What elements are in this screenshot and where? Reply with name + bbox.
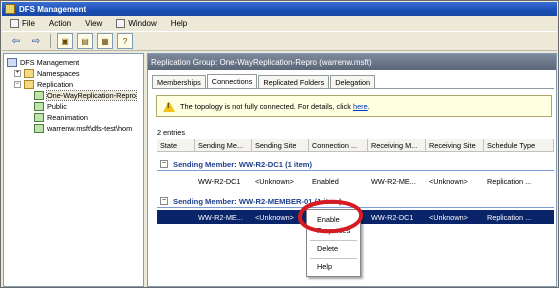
cell-sending-site: <Unknown>	[255, 176, 294, 186]
menu-bar: File Action View Window Help	[2, 17, 557, 30]
cell-schedule-type: Replication ...	[487, 212, 532, 222]
expand-plus-icon[interactable]: +	[14, 69, 21, 77]
file-menu-icon	[10, 19, 19, 28]
context-menu-enable[interactable]: Enable	[307, 214, 360, 225]
collapse-minus-icon[interactable]: −	[160, 197, 168, 205]
group-title: Sending Member: WW-R2-DC1 (1 item)	[173, 159, 313, 169]
cell-schedule-type: Replication ...	[487, 176, 532, 186]
pane-header: Replication Group: One-WayReplication-Re…	[148, 54, 556, 70]
warning-icon: !	[163, 100, 175, 112]
cell-receiving-site: <Unknown>	[429, 176, 468, 186]
menu-help-label: Help	[170, 19, 188, 28]
cell-state	[157, 210, 195, 224]
tab-connections[interactable]: Connections	[206, 74, 258, 88]
toolbar-separator	[50, 34, 51, 48]
warning-text: The topology is not fully connected. For…	[180, 101, 353, 111]
tree-node-reanimation[interactable]: Reanimation	[34, 112, 88, 122]
up-icon[interactable]: ▣	[57, 33, 73, 49]
tree-node-public[interactable]: Public	[34, 101, 67, 111]
tab-strip: Memberships Connections Replicated Folde…	[152, 74, 376, 88]
cell-state	[157, 174, 195, 188]
column-header-schedule-type[interactable]: Schedule Type	[484, 139, 554, 152]
tree-node-one-way-replication-repro[interactable]: One-WayReplication-Repro	[34, 89, 137, 101]
show-hide-tree-icon[interactable]: ▤	[77, 33, 93, 49]
title-bar[interactable]: DFS Management	[2, 2, 557, 16]
context-menu-separator	[310, 240, 357, 241]
warning-message: The topology is not fully connected. For…	[180, 102, 370, 111]
tree-node-label: One-WayReplication-Repro	[46, 89, 137, 101]
cell-receiving-site: <Unknown>	[429, 212, 468, 222]
tab-delegation[interactable]: Delegation	[330, 75, 376, 88]
group-divider	[157, 207, 554, 208]
context-menu-help[interactable]: Help	[307, 261, 360, 272]
tab-memberships[interactable]: Memberships	[152, 75, 206, 88]
tree-node-warrenw-dfs-test[interactable]: warrenw.msft\dfs-test\hom	[34, 123, 132, 133]
back-icon[interactable]: ⇦	[8, 33, 24, 49]
dfs-root-icon	[7, 57, 17, 67]
group-divider	[157, 170, 554, 171]
replication-folder-icon	[24, 79, 34, 89]
menu-file[interactable]: File	[5, 18, 40, 30]
menu-help[interactable]: Help	[166, 18, 192, 30]
cell-sending-member: WW-R2-ME...	[198, 212, 243, 222]
cell-receiving-member: WW-R2-DC1	[371, 212, 414, 222]
column-header-receiving-site[interactable]: Receiving Site	[426, 139, 484, 152]
cell-connection: Enabled	[312, 176, 339, 186]
collapse-minus-icon[interactable]: −	[14, 80, 21, 88]
menu-window[interactable]: Window	[111, 18, 161, 30]
replication-group-icon	[34, 112, 44, 122]
cell-sending-site: <Unknown>	[255, 212, 294, 222]
menu-window-label: Window	[128, 19, 157, 28]
group-header-ww-r2-dc1[interactable]: − Sending Member: WW-R2-DC1 (1 item)	[157, 157, 554, 171]
cell-sending-member: WW-R2-DC1	[198, 176, 241, 186]
tree-node-namespaces[interactable]: + Namespaces	[14, 68, 80, 78]
column-header-sending-member[interactable]: Sending Me...	[195, 139, 252, 152]
tree-node-label: warrenw.msft\dfs-test\hom	[47, 123, 133, 133]
replication-group-icon	[34, 123, 44, 133]
context-menu-delete[interactable]: Delete	[307, 243, 360, 254]
group-title: Sending Member: WW-R2-MEMBER-01 (1 item)	[173, 196, 342, 206]
cell-receiving-member: WW-R2-ME...	[371, 176, 416, 186]
tree-node-label: Reanimation	[47, 112, 88, 122]
namespaces-folder-icon	[24, 68, 34, 78]
tree-node-label: Replication	[37, 79, 74, 89]
menu-file-label: File	[22, 19, 35, 28]
window-menu-icon	[116, 19, 126, 28]
menu-view-label: View	[85, 19, 103, 28]
dfs-app-icon	[5, 4, 15, 14]
tree-node-dfs-management[interactable]: DFS Management	[7, 57, 79, 67]
dfs-management-window: DFS Management File Action View Window H…	[0, 0, 559, 288]
menu-action-label: Action	[48, 19, 72, 28]
menu-view[interactable]: View	[80, 18, 107, 30]
console-tree: DFS Management + Namespaces − Replicatio…	[3, 53, 144, 287]
column-header-sending-site[interactable]: Sending Site	[252, 139, 309, 152]
window-title: DFS Management	[19, 4, 87, 14]
tree-node-label: DFS Management	[20, 57, 80, 67]
details-link[interactable]: here	[353, 102, 368, 111]
context-menu-properties[interactable]: Properties	[307, 225, 360, 236]
group-header-ww-r2-member-01[interactable]: − Sending Member: WW-R2-MEMBER-01 (1 ite…	[157, 194, 554, 208]
context-menu-separator	[310, 258, 357, 259]
forward-icon[interactable]: ⇨	[28, 33, 44, 49]
tree-node-label: Public	[47, 101, 67, 111]
tree-node-replication[interactable]: − Replication	[14, 79, 73, 89]
topology-warning-bar: ! The topology is not fully connected. F…	[156, 95, 552, 117]
entries-count: 2 entries	[157, 128, 185, 137]
collapse-minus-icon[interactable]: −	[160, 160, 168, 168]
tree-node-label: Namespaces	[37, 68, 80, 78]
column-header-connection[interactable]: Connection ...	[309, 139, 368, 152]
replication-group-icon	[34, 90, 44, 100]
table-row[interactable]: WW-R2-DC1 <Unknown> Enabled WW-R2-ME... …	[157, 174, 554, 188]
tab-replicated-folders[interactable]: Replicated Folders	[258, 75, 330, 88]
column-header-receiving-member[interactable]: Receiving M...	[368, 139, 426, 152]
help-icon[interactable]: ?	[117, 33, 133, 49]
properties-icon[interactable]: ▦	[97, 33, 113, 49]
tab-panel-border	[152, 88, 554, 89]
column-header-state[interactable]: State	[157, 139, 195, 152]
toolbar: ⇦ ⇨ ▣ ▤ ▦ ?	[2, 31, 557, 51]
warning-text-end: .	[367, 101, 370, 111]
menu-action[interactable]: Action	[44, 18, 76, 30]
context-menu: Enable Properties Delete Help	[306, 209, 361, 277]
replication-group-icon	[34, 101, 44, 111]
